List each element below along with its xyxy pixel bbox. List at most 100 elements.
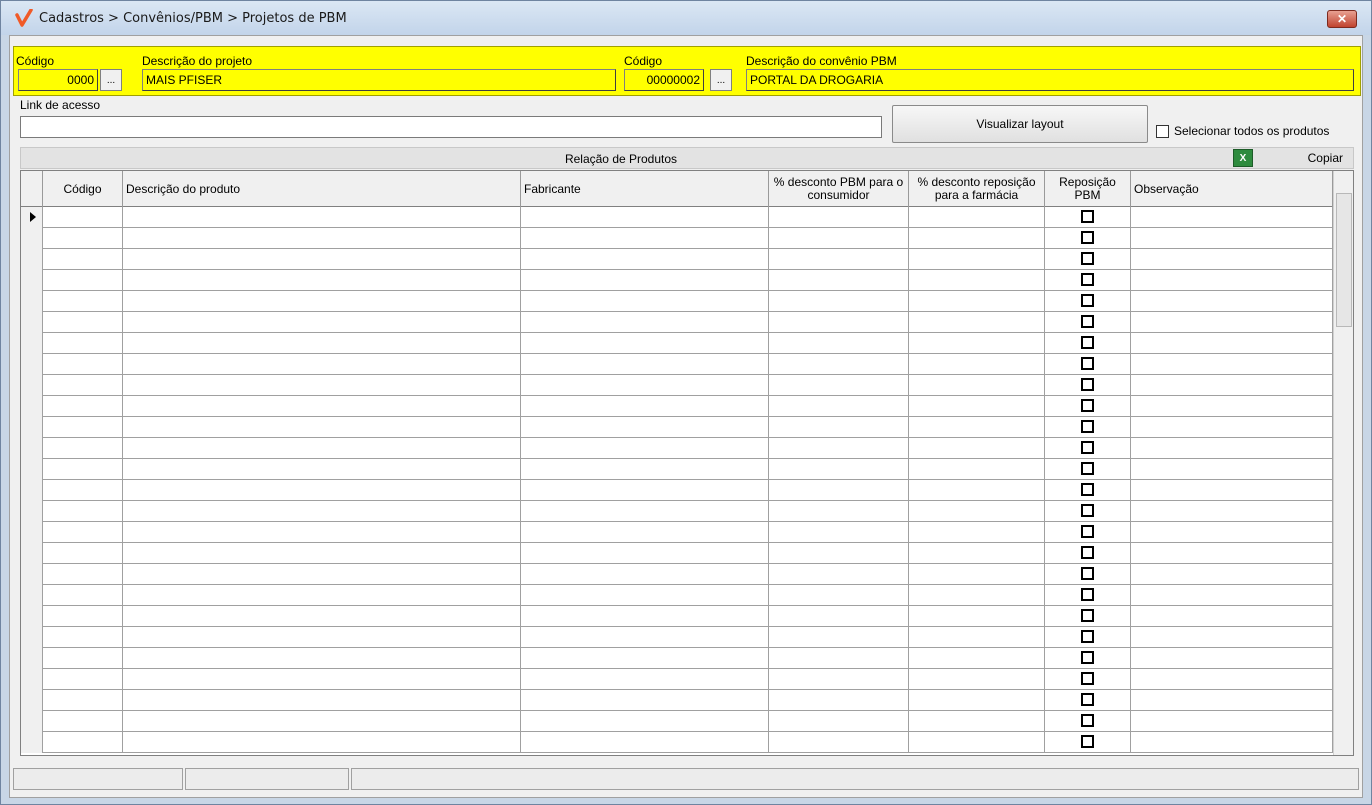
reposicao-pbm-checkbox[interactable]	[1081, 210, 1094, 223]
cell-reposicao-pbm[interactable]	[1045, 375, 1131, 396]
cell-desconto-pbm[interactable]	[769, 480, 909, 501]
table-row[interactable]	[21, 396, 1333, 417]
header-descricao[interactable]: Descrição do produto	[123, 171, 521, 207]
cell-descricao[interactable]	[123, 438, 521, 459]
cell-descricao[interactable]	[123, 417, 521, 438]
cell-codigo[interactable]	[43, 396, 123, 417]
cell-fabricante[interactable]	[521, 627, 769, 648]
cell-descricao[interactable]	[123, 480, 521, 501]
cell-desconto-reposicao[interactable]	[909, 459, 1045, 480]
cell-reposicao-pbm[interactable]	[1045, 354, 1131, 375]
cell-reposicao-pbm[interactable]	[1045, 648, 1131, 669]
codigo-lookup-button[interactable]: ...	[100, 69, 122, 91]
cell-desconto-reposicao[interactable]	[909, 501, 1045, 522]
cell-desconto-pbm[interactable]	[769, 732, 909, 753]
cell-desconto-reposicao[interactable]	[909, 396, 1045, 417]
cell-observacao[interactable]	[1131, 480, 1333, 501]
reposicao-pbm-checkbox[interactable]	[1081, 357, 1094, 370]
cell-desconto-pbm[interactable]	[769, 354, 909, 375]
cell-desconto-reposicao[interactable]	[909, 228, 1045, 249]
cell-codigo[interactable]	[43, 417, 123, 438]
cell-desconto-reposicao[interactable]	[909, 543, 1045, 564]
cell-descricao[interactable]	[123, 690, 521, 711]
cell-codigo[interactable]	[43, 711, 123, 732]
cell-observacao[interactable]	[1131, 396, 1333, 417]
cell-fabricante[interactable]	[521, 417, 769, 438]
cell-codigo[interactable]	[43, 585, 123, 606]
cell-fabricante[interactable]	[521, 564, 769, 585]
reposicao-pbm-checkbox[interactable]	[1081, 399, 1094, 412]
cell-codigo[interactable]	[43, 543, 123, 564]
table-row[interactable]	[21, 207, 1333, 228]
cell-descricao[interactable]	[123, 648, 521, 669]
cell-descricao[interactable]	[123, 606, 521, 627]
cell-desconto-pbm[interactable]	[769, 522, 909, 543]
cell-desconto-pbm[interactable]	[769, 207, 909, 228]
reposicao-pbm-checkbox[interactable]	[1081, 693, 1094, 706]
cell-observacao[interactable]	[1131, 501, 1333, 522]
cell-codigo[interactable]	[43, 690, 123, 711]
cell-reposicao-pbm[interactable]	[1045, 312, 1131, 333]
cell-codigo[interactable]	[43, 732, 123, 753]
cell-descricao[interactable]	[123, 396, 521, 417]
cell-desconto-pbm[interactable]	[769, 333, 909, 354]
cell-desconto-pbm[interactable]	[769, 396, 909, 417]
cell-fabricante[interactable]	[521, 669, 769, 690]
cell-reposicao-pbm[interactable]	[1045, 228, 1131, 249]
cell-observacao[interactable]	[1131, 669, 1333, 690]
cell-codigo[interactable]	[43, 291, 123, 312]
cell-desconto-reposicao[interactable]	[909, 522, 1045, 543]
cell-desconto-pbm[interactable]	[769, 228, 909, 249]
cell-desconto-reposicao[interactable]	[909, 648, 1045, 669]
cell-descricao[interactable]	[123, 543, 521, 564]
cell-reposicao-pbm[interactable]	[1045, 417, 1131, 438]
table-row[interactable]	[21, 312, 1333, 333]
cell-reposicao-pbm[interactable]	[1045, 690, 1131, 711]
table-row[interactable]	[21, 417, 1333, 438]
cell-reposicao-pbm[interactable]	[1045, 459, 1131, 480]
cell-reposicao-pbm[interactable]	[1045, 606, 1131, 627]
cell-desconto-pbm[interactable]	[769, 669, 909, 690]
grid-vertical-scrollbar[interactable]	[1333, 171, 1353, 755]
cell-fabricante[interactable]	[521, 606, 769, 627]
cell-fabricante[interactable]	[521, 207, 769, 228]
cell-fabricante[interactable]	[521, 711, 769, 732]
codigo-field[interactable]: 0000	[18, 69, 98, 91]
title-bar[interactable]: Cadastros > Convênios/PBM > Projetos de …	[1, 1, 1371, 35]
cell-reposicao-pbm[interactable]	[1045, 732, 1131, 753]
cell-desconto-pbm[interactable]	[769, 585, 909, 606]
reposicao-pbm-checkbox[interactable]	[1081, 462, 1094, 475]
cell-descricao[interactable]	[123, 333, 521, 354]
cell-observacao[interactable]	[1131, 522, 1333, 543]
cell-desconto-reposicao[interactable]	[909, 690, 1045, 711]
cell-codigo[interactable]	[43, 354, 123, 375]
cell-observacao[interactable]	[1131, 417, 1333, 438]
cell-descricao[interactable]	[123, 375, 521, 396]
cell-codigo[interactable]	[43, 270, 123, 291]
table-row[interactable]	[21, 480, 1333, 501]
cell-desconto-reposicao[interactable]	[909, 249, 1045, 270]
cell-codigo[interactable]	[43, 480, 123, 501]
cell-observacao[interactable]	[1131, 564, 1333, 585]
cell-fabricante[interactable]	[521, 312, 769, 333]
cell-observacao[interactable]	[1131, 711, 1333, 732]
cell-reposicao-pbm[interactable]	[1045, 543, 1131, 564]
header-codigo[interactable]: Código	[43, 171, 123, 207]
cell-desconto-reposicao[interactable]	[909, 270, 1045, 291]
cell-desconto-reposicao[interactable]	[909, 333, 1045, 354]
cell-descricao[interactable]	[123, 249, 521, 270]
cell-desconto-pbm[interactable]	[769, 627, 909, 648]
table-row[interactable]	[21, 354, 1333, 375]
cell-desconto-pbm[interactable]	[769, 606, 909, 627]
cell-fabricante[interactable]	[521, 501, 769, 522]
cell-observacao[interactable]	[1131, 606, 1333, 627]
cell-reposicao-pbm[interactable]	[1045, 438, 1131, 459]
cell-reposicao-pbm[interactable]	[1045, 711, 1131, 732]
table-row[interactable]	[21, 732, 1333, 753]
cell-descricao[interactable]	[123, 711, 521, 732]
cell-desconto-pbm[interactable]	[769, 501, 909, 522]
cell-fabricante[interactable]	[521, 459, 769, 480]
cell-codigo[interactable]	[43, 501, 123, 522]
cell-observacao[interactable]	[1131, 585, 1333, 606]
cell-fabricante[interactable]	[521, 249, 769, 270]
